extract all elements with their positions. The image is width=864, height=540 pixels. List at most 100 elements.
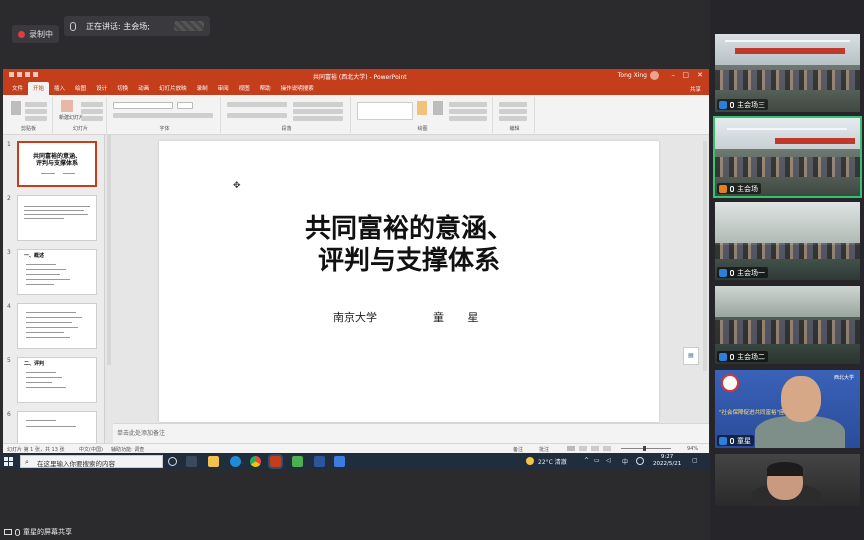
tab-help[interactable]: 帮助 [255, 82, 276, 95]
ime-indicator[interactable]: 中 [622, 457, 628, 466]
notification-icon[interactable]: ▢ [692, 457, 698, 464]
quick-styles-icon[interactable] [433, 101, 443, 115]
close-icon[interactable]: ✕ [697, 71, 703, 79]
replace-button[interactable] [499, 109, 527, 114]
font-name-select[interactable] [113, 102, 173, 109]
file-explorer-icon[interactable] [208, 456, 219, 467]
normal-view-icon[interactable] [567, 446, 575, 451]
app-icon[interactable] [292, 456, 303, 467]
volume-icon[interactable]: ◁ [606, 457, 611, 464]
slide-thumbnail[interactable]: 共同富裕的意涵、 评判与支撑体系 [17, 141, 97, 187]
notes-pane[interactable]: 单击此处添加备注 [113, 423, 709, 443]
input-mode-icon[interactable] [636, 457, 644, 465]
tab-file[interactable]: 文件 [7, 82, 28, 95]
align-text-button[interactable] [293, 109, 343, 114]
slide-author[interactable]: 童 星 [433, 309, 489, 325]
meeting-app-icon[interactable] [334, 456, 345, 467]
cortana-icon[interactable] [168, 457, 177, 466]
recording-indicator[interactable]: 录制中 [12, 25, 59, 43]
section-button[interactable] [81, 116, 103, 121]
copy-button[interactable] [25, 109, 47, 114]
reset-button[interactable] [81, 109, 103, 114]
zoom-slider-knob[interactable] [643, 446, 646, 451]
participant-tile-speaker[interactable]: 西北大学 "社会保障促进共同富裕"座谈会 童星 [715, 370, 860, 448]
tab-view[interactable]: 视图 [234, 82, 255, 95]
participant-tile[interactable]: 主会场三 [715, 34, 860, 112]
shape-fill-button[interactable] [449, 102, 487, 107]
slide-thumbnail[interactable] [17, 411, 97, 443]
select-button[interactable] [499, 116, 527, 121]
cut-button[interactable] [25, 102, 47, 107]
tab-home[interactable]: 开始 [28, 82, 50, 95]
participant-tile-active[interactable]: 主会场 [713, 116, 862, 198]
language-status[interactable]: 中文(中国) [79, 446, 103, 453]
slideshow-view-icon[interactable] [603, 446, 611, 451]
zoom-slider[interactable] [621, 448, 671, 449]
thumbnail-slide-1[interactable]: 1 共同富裕的意涵、 评判与支撑体系 [5, 141, 103, 189]
edge-icon[interactable] [230, 456, 241, 467]
participant-tile[interactable] [715, 454, 860, 506]
align-buttons[interactable] [227, 113, 287, 118]
tab-review[interactable]: 审阅 [213, 82, 234, 95]
share-button[interactable]: 共享 [690, 85, 701, 93]
reading-view-icon[interactable] [591, 446, 599, 451]
text-direction-button[interactable] [293, 102, 343, 107]
slide-title[interactable]: 共同富裕的意涵、 评判与支撑体系 [159, 213, 659, 277]
smartart-button[interactable] [293, 116, 343, 121]
thumbnail-slide-4[interactable]: 4 [5, 303, 103, 351]
participant-tile[interactable]: 主会场一 [715, 202, 860, 280]
notes-toggle[interactable]: 备注 [513, 446, 523, 453]
tab-slideshow[interactable]: 幻灯片放映 [154, 82, 192, 95]
slide-thumbnail[interactable] [17, 303, 97, 349]
arrange-icon[interactable] [417, 101, 427, 115]
layout-button[interactable] [81, 102, 103, 107]
thumbnail-scrollbar[interactable] [107, 135, 111, 365]
tab-transitions[interactable]: 切换 [112, 82, 133, 95]
maximize-icon[interactable]: □ [682, 71, 689, 79]
font-size-select[interactable] [177, 102, 193, 109]
shape-outline-button[interactable] [449, 109, 487, 114]
designer-icon[interactable]: ▤ [683, 347, 699, 365]
quick-access-toolbar[interactable] [9, 72, 49, 79]
find-button[interactable] [499, 102, 527, 107]
thumbnail-slide-6[interactable]: 6 [5, 411, 103, 443]
accessibility-status[interactable]: 辅助功能: 调查 [111, 446, 144, 453]
slide-thumbnail[interactable] [17, 195, 97, 241]
tab-design[interactable]: 设计 [91, 82, 112, 95]
tab-draw[interactable]: 绘图 [70, 82, 91, 95]
windows-start-icon[interactable] [4, 457, 13, 466]
thumbnail-slide-5[interactable]: 5 二、评判 [5, 357, 103, 405]
thumbnail-slide-3[interactable]: 3 一、概述 [5, 249, 103, 297]
slide-canvas[interactable]: ✥ 共同富裕的意涵、 评判与支撑体系 南京大学 童 星 [159, 141, 659, 422]
slide-thumbnail[interactable]: 二、评判 [17, 357, 97, 403]
tab-animations[interactable]: 动画 [133, 82, 154, 95]
thumbnail-slide-2[interactable]: 2 [5, 195, 103, 243]
new-slide-icon[interactable] [61, 100, 73, 112]
powerpoint-taskbar-icon[interactable] [268, 454, 283, 469]
format-painter-button[interactable] [25, 116, 47, 121]
tab-record[interactable]: 录制 [192, 82, 213, 95]
task-view-icon[interactable] [186, 456, 197, 467]
list-buttons[interactable] [227, 102, 287, 107]
user-avatar[interactable] [650, 71, 659, 80]
slide-thumbnail[interactable]: 一、概述 [17, 249, 97, 295]
network-icon[interactable]: ▭ [594, 457, 600, 464]
taskbar-search-input[interactable]: ⌕ 在这里输入你要搜索的内容 [20, 455, 163, 468]
weather-icon[interactable] [526, 457, 534, 465]
chrome-icon[interactable] [250, 456, 261, 467]
weather-text[interactable]: 22°C 清澈 [538, 457, 567, 466]
comments-toggle[interactable]: 批注 [539, 446, 549, 453]
slide-scrollbar[interactable] [703, 141, 707, 371]
participant-tile[interactable]: 主会场二 [715, 286, 860, 364]
paste-icon[interactable] [11, 101, 21, 115]
tray-arrow-icon[interactable]: ^ [584, 457, 589, 464]
sorter-view-icon[interactable] [579, 446, 587, 451]
shapes-gallery[interactable] [357, 102, 413, 120]
tell-me-search[interactable]: 操作说明搜索 [276, 82, 319, 95]
shape-effects-button[interactable] [449, 116, 487, 121]
tab-insert[interactable]: 插入 [49, 82, 70, 95]
zoom-level[interactable]: 94% [687, 446, 698, 452]
clock[interactable]: 9:27 2022/5/21 [653, 454, 681, 468]
word-icon[interactable] [314, 456, 325, 467]
font-format-buttons[interactable] [113, 113, 213, 118]
